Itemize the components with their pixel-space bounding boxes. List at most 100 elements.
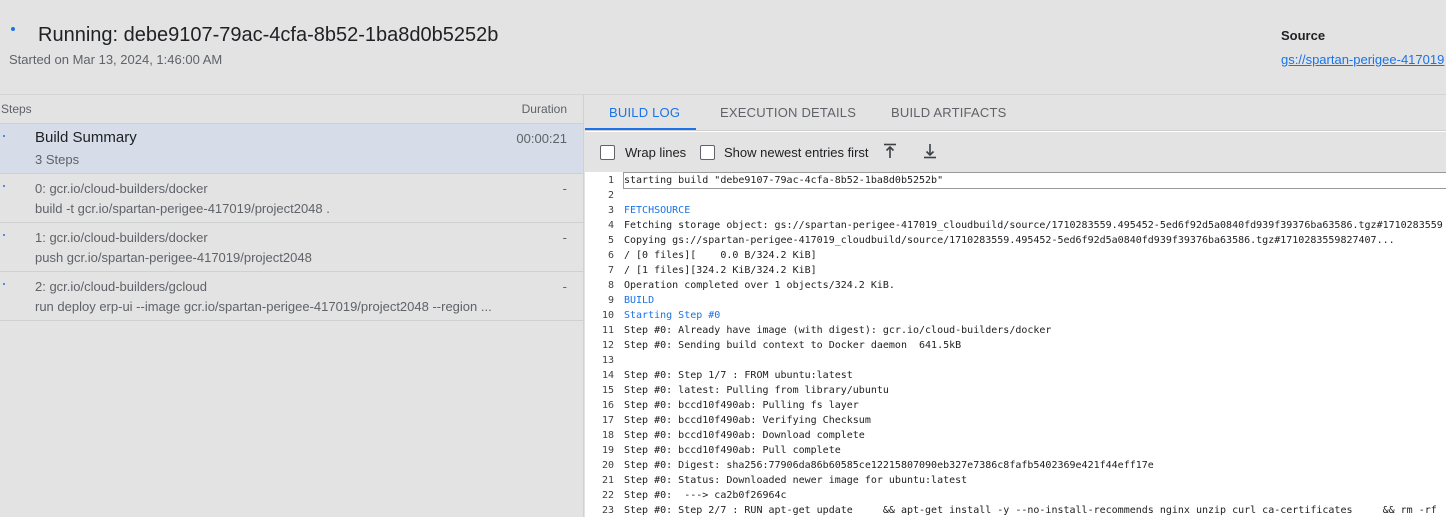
log-line: 1 starting build "debe9107-79ac-4cfa-8b52… <box>585 172 1446 189</box>
status-spinner-icon <box>3 283 5 285</box>
log-line: 3 FETCHSOURCE <box>585 203 1446 218</box>
log-line-number: 4 <box>607 220 614 231</box>
scroll-to-top-icon[interactable] <box>881 142 899 160</box>
log-line-text: Operation completed over 1 objects/324.2… <box>624 280 895 291</box>
tab-execution-details[interactable]: EXECUTION DETAILS <box>720 105 856 121</box>
log-line-number: 5 <box>607 235 614 246</box>
log-line-number: 6 <box>607 250 614 261</box>
log-line-number: 21 <box>601 475 614 486</box>
log-line: 4 Fetching storage object: gs://spartan-p… <box>585 218 1446 233</box>
log-line: 22 Step #0: ---> ca2b0f26964c <box>585 488 1446 503</box>
step-0[interactable]: 0: gcr.io/cloud-builders/docker build -t… <box>0 174 583 223</box>
log-line-text: Fetching storage object: gs://spartan-pe… <box>624 220 1443 231</box>
running-spinner-icon <box>11 27 15 31</box>
step-duration: - <box>562 181 567 196</box>
log-line-text: Step #0: Digest: sha256:77906da86b60585c… <box>624 460 1154 471</box>
log-line-number: 2 <box>607 190 614 201</box>
log-line: 10 Starting Step #0 <box>585 308 1446 323</box>
step-duration: - <box>562 279 567 294</box>
step-duration: - <box>562 230 567 245</box>
log-line-text: Step #0: Sending build context to Docker… <box>624 340 962 351</box>
log-line-text: Step #0: bccd10f490ab: Pulling fs layer <box>624 400 859 411</box>
step-title: 0: gcr.io/cloud-builders/docker <box>35 181 208 196</box>
tab-bar: BUILD LOG EXECUTION DETAILS BUILD ARTIFA… <box>585 95 1446 131</box>
tab-build-artifacts[interactable]: BUILD ARTIFACTS <box>891 105 1006 121</box>
log-line-number: 15 <box>601 385 614 396</box>
status-spinner-icon <box>3 234 5 236</box>
log-line-text: Starting Step #0 <box>624 310 721 321</box>
step-1[interactable]: 1: gcr.io/cloud-builders/docker push gcr… <box>0 223 583 272</box>
log-line: 5 Copying gs://spartan-perigee-417019_clo… <box>585 233 1446 248</box>
step-subtitle: push gcr.io/spartan-perigee-417019/proje… <box>35 250 312 265</box>
log-line-number: 23 <box>601 505 614 516</box>
duration-column-header: Duration <box>521 102 567 116</box>
build-log-output[interactable]: 1 starting build "debe9107-79ac-4cfa-8b52… <box>585 172 1446 517</box>
step-2[interactable]: 2: gcr.io/cloud-builders/gcloud run depl… <box>0 272 583 321</box>
wrap-lines-label: Wrap lines <box>625 145 687 160</box>
log-line-text: Step #0: bccd10f490ab: Download complete <box>624 430 865 441</box>
log-line: 11 Step #0: Already have image (with dige… <box>585 323 1446 338</box>
log-line: 9 BUILD <box>585 293 1446 308</box>
build-header: Running: debe9107-79ac-4cfa-8b52-1ba8d0b… <box>0 0 1446 95</box>
step-subtitle: build -t gcr.io/spartan-perigee-417019/p… <box>35 201 330 216</box>
tab-build-log[interactable]: BUILD LOG <box>609 105 680 121</box>
log-line: 18 Step #0: bccd10f490ab: Download comple… <box>585 428 1446 443</box>
step-title: 1: gcr.io/cloud-builders/docker <box>35 230 208 245</box>
log-line-text: Step #0: Step 1/7 : FROM ubuntu:latest <box>624 370 853 381</box>
log-line-number: 9 <box>607 295 614 306</box>
scroll-to-bottom-icon[interactable] <box>921 142 939 160</box>
log-toolbar: Wrap lines Show newest entries first <box>585 132 1446 172</box>
log-line: 16 Step #0: bccd10f490ab: Pulling fs laye… <box>585 398 1446 413</box>
log-line: 17 Step #0: bccd10f490ab: Verifying Check… <box>585 413 1446 428</box>
log-line: 13 <box>585 353 1446 368</box>
log-line-number: 7 <box>607 265 614 276</box>
log-line-text: Step #0: latest: Pulling from library/ub… <box>624 385 889 396</box>
steps-panel: Steps Duration Build Summary 3 Steps 00:… <box>0 95 584 517</box>
log-line-text: / [1 files][324.2 KiB/324.2 KiB] <box>624 265 817 276</box>
step-build-summary[interactable]: Build Summary 3 Steps 00:00:21 <box>0 124 583 174</box>
steps-column-header: Steps <box>1 102 32 116</box>
log-line: 6 / [0 files][ 0.0 B/324.2 KiB] <box>585 248 1446 263</box>
wrap-lines-checkbox[interactable] <box>600 145 615 160</box>
log-line-text: Step #0: ---> ca2b0f26964c <box>624 490 787 501</box>
log-line-text: starting build "debe9107-79ac-4cfa-8b52-… <box>623 172 1446 189</box>
log-line-text: Step #0: bccd10f490ab: Pull complete <box>624 445 841 456</box>
log-line-text: / [0 files][ 0.0 B/324.2 KiB] <box>624 250 817 261</box>
log-line-text: Step #0: Already have image (with digest… <box>624 325 1052 336</box>
log-line: 23 Step #0: Step 2/7 : RUN apt-get update… <box>585 503 1446 517</box>
source-label: Source <box>1281 28 1326 43</box>
log-line-number: 17 <box>601 415 614 426</box>
status-spinner-icon <box>3 185 5 187</box>
steps-header: Steps Duration <box>0 95 583 124</box>
log-line-number: 1 <box>607 175 614 186</box>
log-line-number: 16 <box>601 400 614 411</box>
log-line-text: Copying gs://spartan-perigee-417019_clou… <box>624 235 1395 246</box>
log-line: 15 Step #0: latest: Pulling from library/… <box>585 383 1446 398</box>
show-newest-checkbox[interactable] <box>700 145 715 160</box>
status-spinner-icon <box>3 135 5 137</box>
log-line: 20 Step #0: Digest: sha256:77906da86b6058… <box>585 458 1446 473</box>
log-line-text: BUILD <box>624 295 655 306</box>
log-line-number: 3 <box>607 205 614 216</box>
log-line-text: Step #0: bccd10f490ab: Verifying Checksu… <box>624 415 871 426</box>
log-line-number: 20 <box>601 460 614 471</box>
log-line: 19 Step #0: bccd10f490ab: Pull complete <box>585 443 1446 458</box>
log-line: 12 Step #0: Sending build context to Dock… <box>585 338 1446 353</box>
log-line-number: 14 <box>601 370 614 381</box>
log-line: 8 Operation completed over 1 objects/324.… <box>585 278 1446 293</box>
log-line: 21 Step #0: Status: Downloaded newer imag… <box>585 473 1446 488</box>
log-line-text: Step #0: Step 2/7 : RUN apt-get update &… <box>624 505 1437 516</box>
log-line-number: 10 <box>601 310 614 321</box>
page-title: Running: debe9107-79ac-4cfa-8b52-1ba8d0b… <box>38 24 499 46</box>
log-line-number: 11 <box>601 325 614 336</box>
log-line-text: Step #0: Status: Downloaded newer image … <box>624 475 968 486</box>
log-line: 14 Step #0: Step 1/7 : FROM ubuntu:latest <box>585 368 1446 383</box>
log-line-number: 12 <box>601 340 614 351</box>
started-timestamp: Started on Mar 13, 2024, 1:46:00 AM <box>9 52 223 67</box>
step-subtitle: run deploy erp-ui --image gcr.io/spartan… <box>35 299 492 314</box>
log-line-number: 19 <box>601 445 614 456</box>
source-link[interactable]: gs://spartan-perigee-417019 <box>1281 52 1446 68</box>
log-line-number: 8 <box>607 280 614 291</box>
log-line-number: 18 <box>601 430 614 441</box>
log-line: 2 <box>585 188 1446 203</box>
